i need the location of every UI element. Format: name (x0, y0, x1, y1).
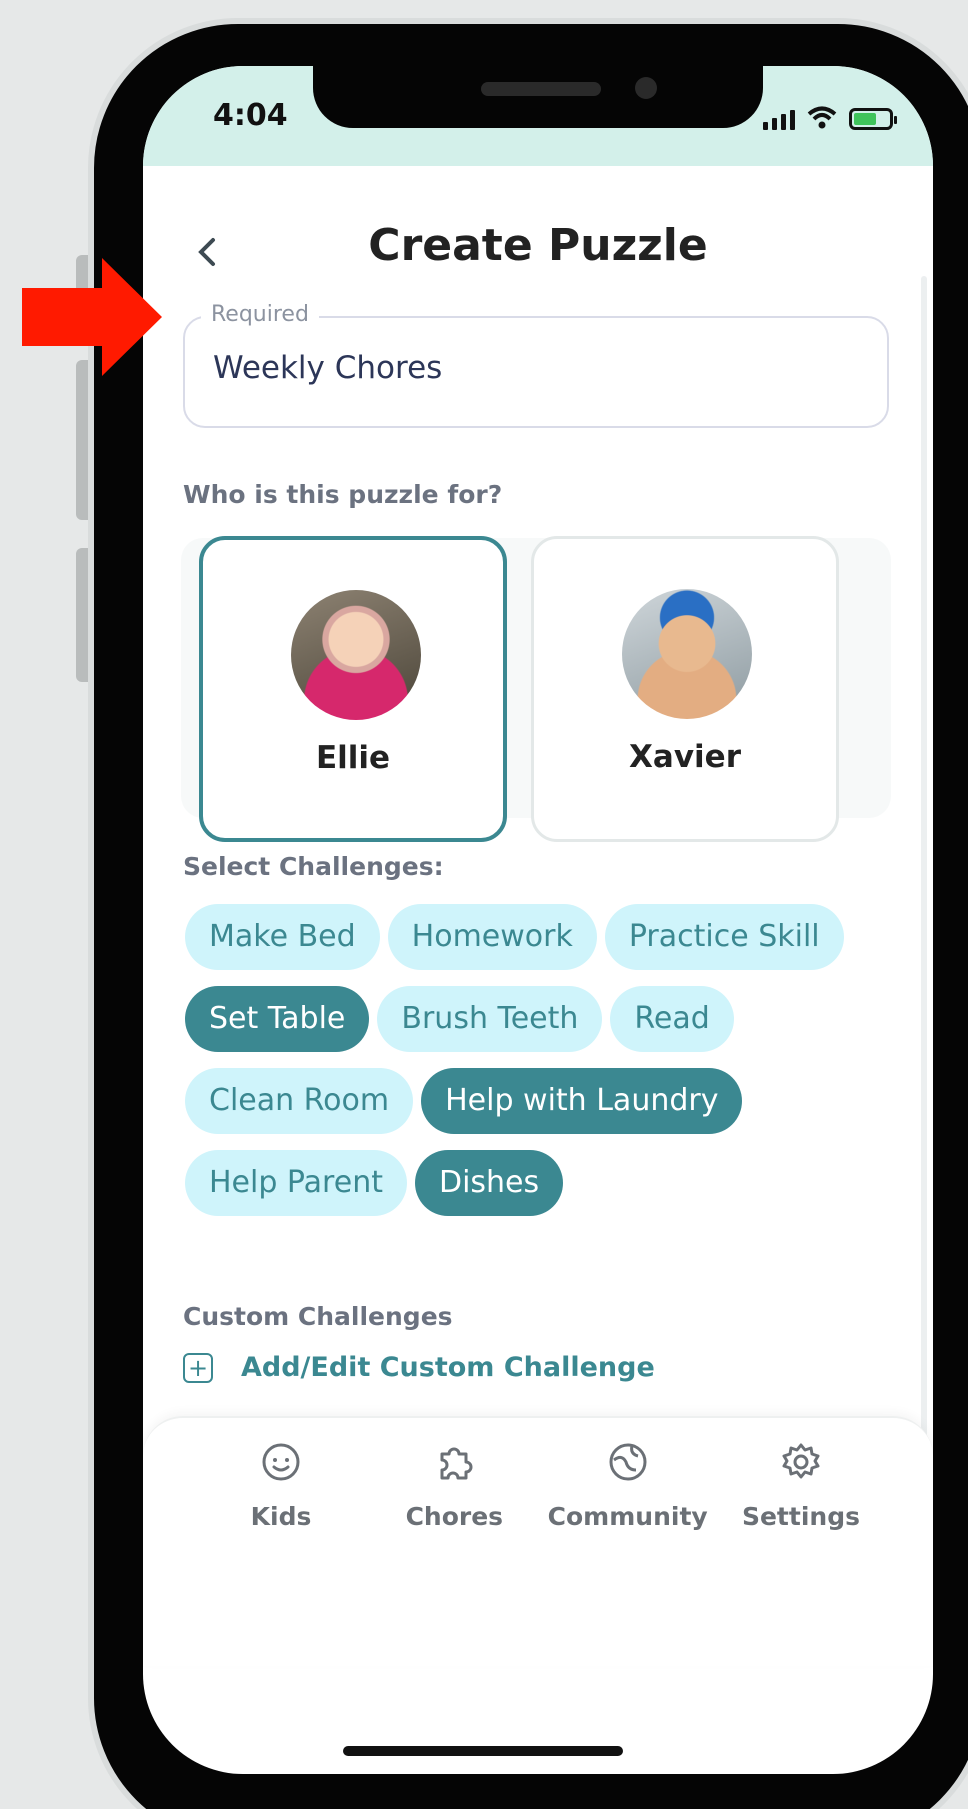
chip-make-bed[interactable]: Make Bed (185, 904, 380, 970)
add-custom-challenge-label: Add/Edit Custom Challenge (241, 1352, 655, 1383)
kid-card-xavier[interactable]: Xavier (531, 536, 839, 842)
plus-icon: + (183, 1352, 213, 1383)
status-time: 4:04 (213, 98, 288, 133)
signal-icon (763, 108, 795, 130)
status-icons (763, 106, 897, 130)
page-header: Create Puzzle (143, 206, 933, 296)
smiley-icon (262, 1443, 300, 1481)
add-custom-challenge-button[interactable]: + Add/Edit Custom Challenge (183, 1352, 655, 1383)
kid-name: Ellie (315, 740, 391, 776)
puzzle-name-field[interactable]: Required (183, 302, 889, 428)
chip-brush-teeth[interactable]: Brush Teeth (377, 986, 603, 1052)
tab-chores[interactable]: Chores (374, 1440, 534, 1531)
wifi-icon (807, 106, 837, 129)
chip-help-with-laundry[interactable]: Help with Laundry (421, 1068, 743, 1134)
scrollbar[interactable] (921, 276, 927, 1446)
speaker (481, 82, 601, 96)
red-arrow-icon (22, 258, 162, 376)
tab-label: Community (547, 1502, 708, 1531)
chip-help-parent[interactable]: Help Parent (185, 1150, 407, 1216)
tab-settings[interactable]: Settings (721, 1440, 881, 1531)
home-indicator (343, 1746, 623, 1756)
kid-card-ellie[interactable]: Ellie (199, 536, 507, 842)
field-label: Required (201, 302, 319, 327)
avatar (291, 590, 421, 720)
gear-icon (782, 1443, 820, 1479)
camera (635, 77, 657, 99)
challenge-chips: Make Bed Homework Practice Skill Set Tab… (185, 904, 865, 1216)
page-title: Create Puzzle (368, 220, 708, 271)
custom-section-label: Custom Challenges (183, 1302, 453, 1331)
tab-label: Settings (741, 1502, 860, 1531)
challenges-section-label: Select Challenges: (183, 852, 444, 881)
bottom-tab-bar: Kids Chores Community Settings (143, 1416, 933, 1666)
chip-homework[interactable]: Homework (387, 904, 597, 970)
puzzle-icon (440, 1447, 473, 1480)
chip-practice-skill[interactable]: Practice Skill (604, 904, 844, 970)
chip-set-table[interactable]: Set Table (185, 986, 370, 1052)
kids-selector: Ellie Xavier (181, 536, 891, 842)
tab-label: Chores (405, 1502, 504, 1531)
kids-section-label: Who is this puzzle for? (183, 480, 503, 509)
tab-label: Kids (250, 1502, 312, 1531)
app-screen: 4:04 Create Puzzle Required Who is this … (143, 66, 933, 1774)
kid-name: Xavier (629, 739, 741, 775)
puzzle-name-input[interactable] (213, 350, 813, 386)
tab-kids[interactable]: Kids (201, 1440, 361, 1531)
avatar (622, 589, 752, 719)
chip-clean-room[interactable]: Clean Room (185, 1068, 414, 1134)
chip-dishes[interactable]: Dishes (414, 1150, 564, 1216)
chip-read[interactable]: Read (610, 986, 734, 1052)
battery-icon (849, 108, 897, 130)
tab-community[interactable]: Community (548, 1440, 708, 1531)
phone-notch (313, 66, 763, 128)
globe-icon (609, 1443, 647, 1481)
